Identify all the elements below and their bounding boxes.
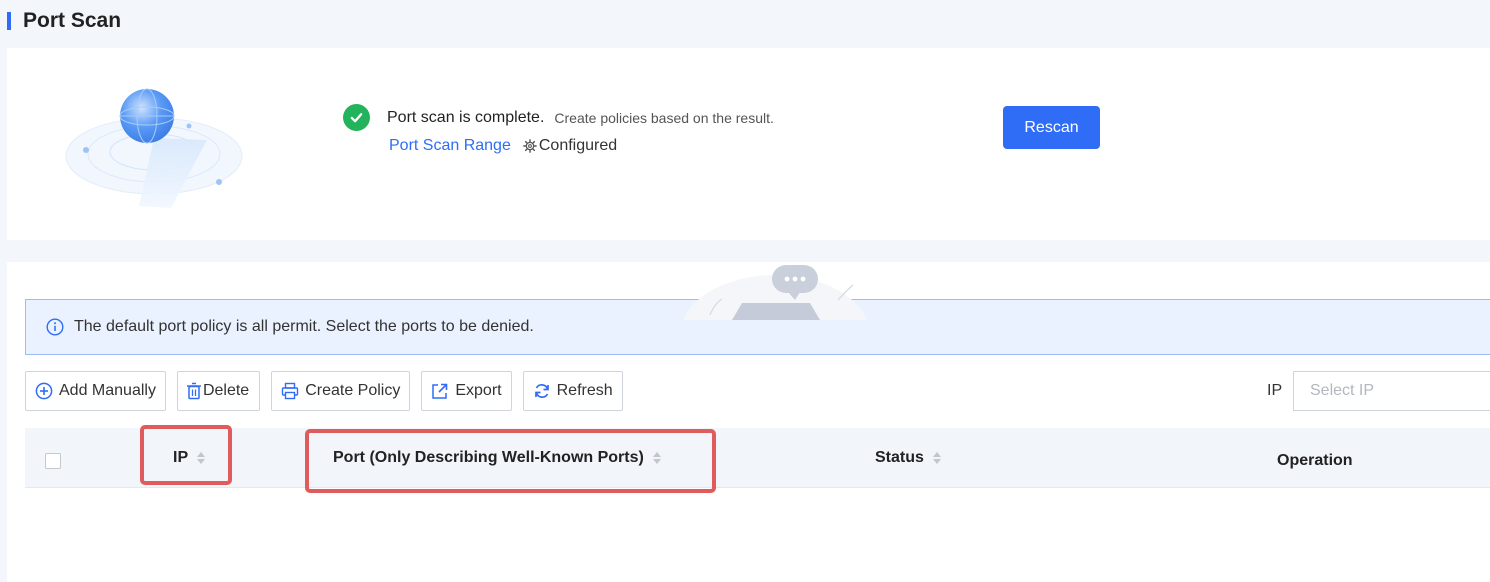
column-status[interactable]: Status [875, 428, 942, 488]
refresh-label: Refresh [556, 382, 613, 399]
scan-status-card: Port scan is complete. Create policies b… [7, 48, 1490, 240]
range-state-label: Configured [538, 137, 618, 154]
ip-column-highlight [140, 425, 232, 485]
delete-button[interactable]: Delete [176, 371, 261, 411]
gear-icon [523, 139, 537, 153]
export-label: Export [455, 382, 502, 399]
export-button[interactable]: Export [421, 371, 512, 411]
globe-illustration-icon [65, 88, 243, 208]
port-column-highlight [305, 429, 716, 493]
scan-status-title: Port scan is complete. [387, 108, 545, 126]
scan-range-row: Port Scan Range Configured [389, 137, 617, 155]
delete-label: Delete [202, 382, 250, 399]
success-check-icon [343, 104, 370, 131]
trash-icon [186, 382, 201, 400]
rescan-button[interactable]: Rescan [1003, 106, 1100, 149]
empty-data-illustration-icon [683, 265, 867, 320]
info-banner-text: The default port policy is all permit. S… [74, 318, 534, 335]
column-operation: Operation [1277, 431, 1353, 491]
range-state: Configured [523, 137, 617, 155]
refresh-icon [534, 384, 549, 398]
sort-icon [932, 450, 942, 466]
page-title: Port Scan [23, 9, 122, 32]
toolbar: Add Manually Delete Create Policy Export… [25, 371, 634, 411]
port-scan-range-link[interactable]: Port Scan Range [389, 137, 511, 155]
export-icon [432, 383, 448, 399]
page-header: Port Scan [0, 0, 1490, 44]
info-icon [46, 318, 64, 336]
printer-icon [282, 382, 299, 400]
add-manually-label: Add Manually [59, 382, 156, 399]
scan-status-row: Port scan is complete. Create policies b… [343, 104, 774, 131]
scan-status-hint: Create policies based on the result. [554, 109, 774, 126]
ip-filter-label: IP [1267, 382, 1283, 399]
title-accent-bar [7, 12, 11, 30]
column-operation-label: Operation [1277, 452, 1353, 469]
select-all-checkbox[interactable] [45, 453, 61, 469]
create-policy-label: Create Policy [305, 382, 401, 399]
column-status-label: Status [875, 449, 924, 466]
add-manually-button[interactable]: Add Manually [25, 371, 166, 411]
table-header: IP Port (Only Describing Well-Known Port… [25, 428, 1490, 488]
plus-circle-icon [35, 382, 53, 400]
refresh-button[interactable]: Refresh [522, 371, 623, 411]
create-policy-button[interactable]: Create Policy [271, 371, 411, 411]
ip-select-input[interactable] [1293, 371, 1490, 411]
